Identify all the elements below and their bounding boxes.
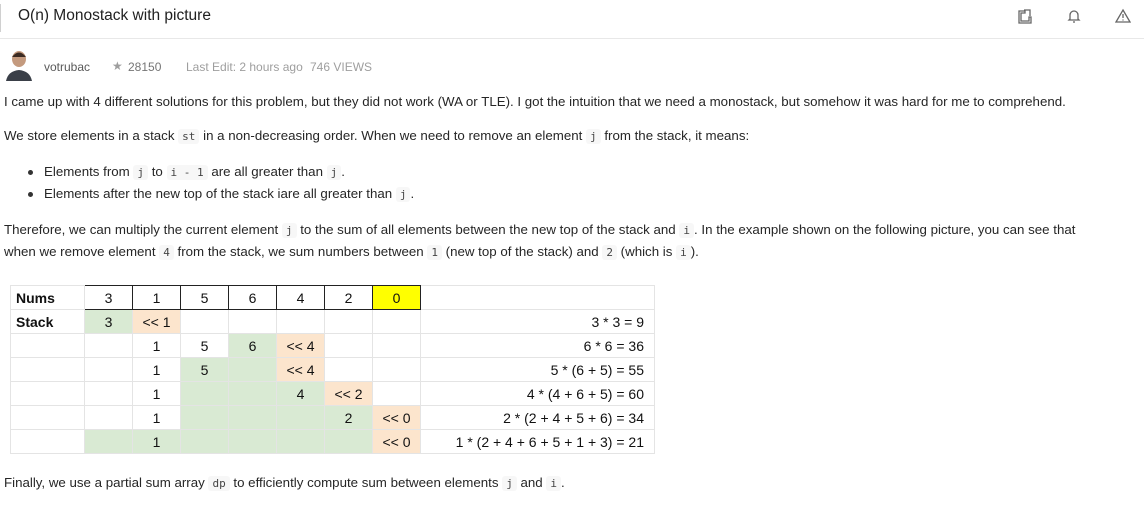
table-cell: 2	[324, 285, 373, 310]
table-cell	[228, 405, 277, 430]
table-cell	[324, 309, 373, 334]
post-meta: votrubac ★ 28150 Last Edit: 2 hours ago …	[0, 47, 600, 85]
table-cell	[10, 429, 85, 454]
paragraph-intro: I came up with 4 different solutions for…	[4, 94, 1066, 109]
table-cell: 4	[276, 285, 325, 310]
table-cell	[324, 357, 373, 382]
table-cell	[372, 381, 421, 406]
table-cell	[180, 309, 229, 334]
table-cell: 1	[132, 429, 181, 454]
table-cell: 5	[180, 285, 229, 310]
table-cell: 6	[228, 285, 277, 310]
result-cell: 2 * (2 + 4 + 5 + 6) = 34	[420, 405, 655, 430]
table-cell: 4	[276, 381, 325, 406]
stack-label: Stack	[10, 309, 85, 334]
table-cell: 0	[372, 285, 421, 310]
header-divider	[0, 4, 1, 32]
star-icon: ★	[112, 59, 123, 73]
table-cell	[84, 429, 133, 454]
table-cell: << 4	[276, 333, 325, 358]
bell-icon[interactable]	[1064, 6, 1084, 26]
table-cell: 5	[180, 357, 229, 382]
table-row: 1 << 0 1 * (2 + 4 + 6 + 5 + 1 + 3) = 21	[10, 429, 655, 454]
table-cell	[276, 405, 325, 430]
table-row: Nums 3 1 5 6 4 2 0	[10, 285, 655, 310]
table-cell	[228, 381, 277, 406]
reputation: 28150	[128, 60, 162, 74]
table-row: 1 2 << 0 2 * (2 + 4 + 5 + 6) = 34	[10, 405, 655, 430]
table-cell: 1	[132, 357, 181, 382]
paragraph-stack: We store elements in a stack st in a non…	[4, 128, 750, 144]
table-cell: 3	[84, 285, 133, 310]
table-cell	[10, 357, 85, 382]
table-cell: << 2	[324, 381, 373, 406]
table-cell	[10, 381, 85, 406]
paragraph-explanation: Therefore, we can multiply the current e…	[4, 222, 1076, 238]
table-row: Stack 3 << 1 3 * 3 = 9	[10, 309, 655, 334]
author-name[interactable]: votrubac	[44, 60, 90, 74]
result-cell: 5 * (6 + 5) = 55	[420, 357, 655, 382]
post-title: O(n) Monostack with picture	[18, 7, 211, 24]
table-cell	[228, 429, 277, 454]
paragraph-explanation-cont: when we remove element 4 from the stack,…	[4, 244, 699, 260]
result-cell: 4 * (4 + 6 + 5) = 60	[420, 381, 655, 406]
table-cell	[180, 405, 229, 430]
avatar[interactable]	[6, 49, 32, 81]
table-cell: 1	[132, 381, 181, 406]
table-cell	[276, 309, 325, 334]
result-cell: 3 * 3 = 9	[420, 309, 655, 334]
table-cell	[10, 333, 85, 358]
table-row: 1 4 << 2 4 * (4 + 6 + 5) = 60	[10, 381, 655, 406]
last-edit: Last Edit: 2 hours ago	[186, 60, 303, 74]
table-cell	[372, 333, 421, 358]
table-cell	[84, 405, 133, 430]
table-cell	[228, 309, 277, 334]
table-cell: 1	[132, 333, 181, 358]
nums-label: Nums	[10, 285, 85, 310]
share-icon[interactable]	[1014, 6, 1034, 26]
view-count: 746 VIEWS	[310, 60, 373, 74]
table-cell: 1	[132, 285, 181, 310]
table-cell: << 0	[372, 405, 421, 430]
post-header: O(n) Monostack with picture	[0, 0, 1144, 39]
table-cell: 6	[228, 333, 277, 358]
table-cell	[276, 429, 325, 454]
table-cell	[10, 405, 85, 430]
table-cell	[180, 429, 229, 454]
table-cell	[84, 357, 133, 382]
table-cell	[180, 381, 229, 406]
table-cell	[420, 285, 655, 310]
table-cell: 1	[132, 405, 181, 430]
table-cell	[84, 333, 133, 358]
table-cell: << 1	[132, 309, 181, 334]
table-row: 1 5 6 << 4 6 * 6 = 36	[10, 333, 655, 358]
table-cell	[324, 333, 373, 358]
result-cell: 1 * (2 + 4 + 6 + 5 + 1 + 3) = 21	[420, 429, 655, 454]
result-cell: 6 * 6 = 36	[420, 333, 655, 358]
table-cell	[324, 429, 373, 454]
table-cell: 5	[180, 333, 229, 358]
table-cell: << 4	[276, 357, 325, 382]
table-row: 1 5 << 4 5 * (6 + 5) = 55	[10, 357, 655, 382]
monostack-table: Nums 3 1 5 6 4 2 0 Stack 3 << 1 3 * 3 = …	[10, 285, 655, 454]
table-cell: << 0	[372, 429, 421, 454]
table-cell	[372, 357, 421, 382]
paragraph-conclusion: Finally, we use a partial sum array dp t…	[4, 475, 565, 491]
warning-icon[interactable]	[1113, 6, 1133, 26]
table-cell	[228, 357, 277, 382]
table-cell	[84, 381, 133, 406]
table-cell: 2	[324, 405, 373, 430]
table-cell	[372, 309, 421, 334]
table-cell: 3	[84, 309, 133, 334]
